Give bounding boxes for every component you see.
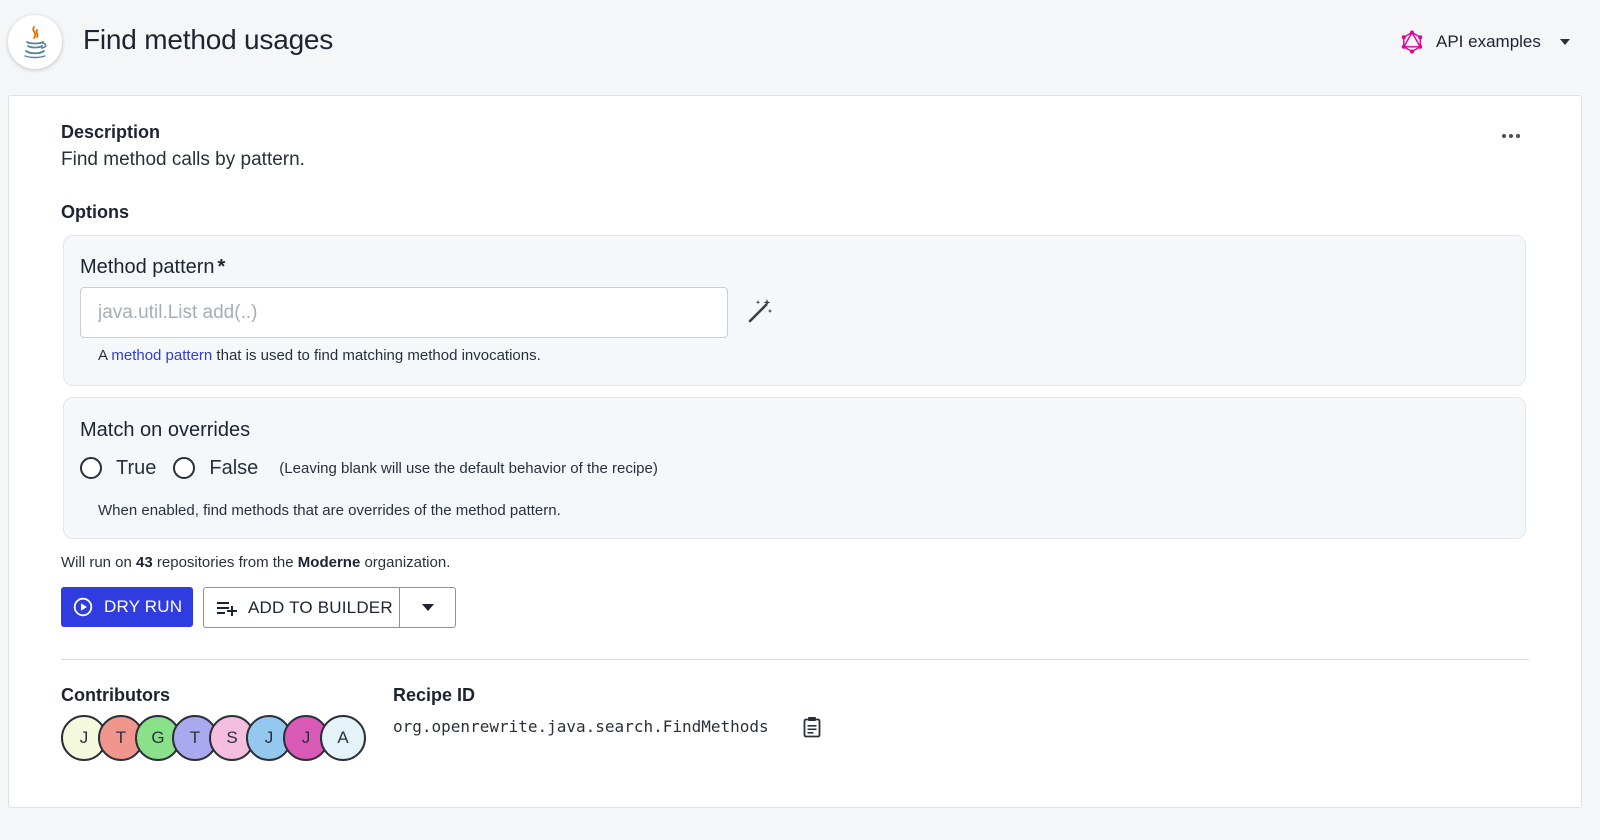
- description-heading: Description: [61, 122, 161, 142]
- recipe-id-value: org.openrewrite.java.search.FindMethods: [393, 717, 769, 736]
- radio-default-note: (Leaving blank will use the default beha…: [279, 459, 658, 477]
- more-options-button[interactable]: [1489, 122, 1533, 150]
- contributors-avatar-list: JTGTSJJA: [61, 715, 366, 761]
- contributor-avatar[interactable]: A: [320, 715, 366, 761]
- method-pattern-link[interactable]: method pattern: [111, 347, 212, 364]
- play-circle-icon: [73, 597, 93, 617]
- add-to-builder-label: ADD TO BUILDER: [248, 597, 393, 617]
- radio-false-label[interactable]: False: [209, 457, 258, 480]
- chevron-down-icon: [421, 604, 434, 611]
- playlist-add-icon: [217, 601, 237, 616]
- description-text: Find method calls by pattern.: [61, 149, 305, 170]
- match-overrides-radio-group: True False (Leaving blank will use the d…: [80, 455, 658, 481]
- method-pattern-panel: Method pattern* A method pattern that is…: [63, 235, 1526, 386]
- java-icon[interactable]: [8, 15, 62, 69]
- match-overrides-label: Match on overrides: [80, 419, 251, 441]
- dry-run-button[interactable]: DRY RUN: [61, 587, 193, 627]
- dry-run-label: DRY RUN: [104, 597, 183, 616]
- run-scope-text: Will run on 43 repositories from the Mod…: [61, 554, 451, 571]
- chevron-down-icon: [1559, 39, 1570, 45]
- radio-false[interactable]: [173, 457, 196, 479]
- page-header: Find method usages API examples: [0, 0, 1600, 88]
- options-heading: Options: [61, 202, 129, 222]
- section-divider: [61, 659, 1529, 660]
- organization-name: Moderne: [297, 554, 361, 571]
- clipboard-icon[interactable]: [800, 714, 824, 740]
- api-examples-dropdown[interactable]: API examples: [1400, 28, 1570, 56]
- radio-true[interactable]: [80, 457, 102, 479]
- repository-count: 43: [136, 554, 153, 571]
- contributors-heading: Contributors: [61, 685, 170, 705]
- add-to-builder-split-button: ADD TO BUILDER: [203, 587, 456, 628]
- add-to-builder-button[interactable]: ADD TO BUILDER: [204, 588, 400, 627]
- magic-wand-icon[interactable]: [745, 296, 775, 326]
- method-pattern-helper: A method pattern that is used to find ma…: [98, 347, 541, 364]
- method-pattern-label: Method pattern *: [80, 256, 226, 278]
- api-examples-label: API examples: [1436, 32, 1541, 51]
- match-overrides-panel: Match on overrides True False (Leaving b…: [63, 397, 1526, 539]
- more-dots-icon: [1502, 134, 1506, 138]
- method-pattern-input[interactable]: [80, 287, 728, 338]
- required-marker: *: [217, 256, 226, 278]
- add-to-builder-dropdown-button[interactable]: [400, 588, 455, 627]
- graphql-icon: [1401, 30, 1423, 54]
- recipe-id-heading: Recipe ID: [393, 685, 476, 705]
- radio-true-label[interactable]: True: [116, 457, 156, 480]
- page-title: Find method usages: [83, 24, 334, 55]
- match-overrides-helper: When enabled, find methods that are over…: [98, 502, 561, 519]
